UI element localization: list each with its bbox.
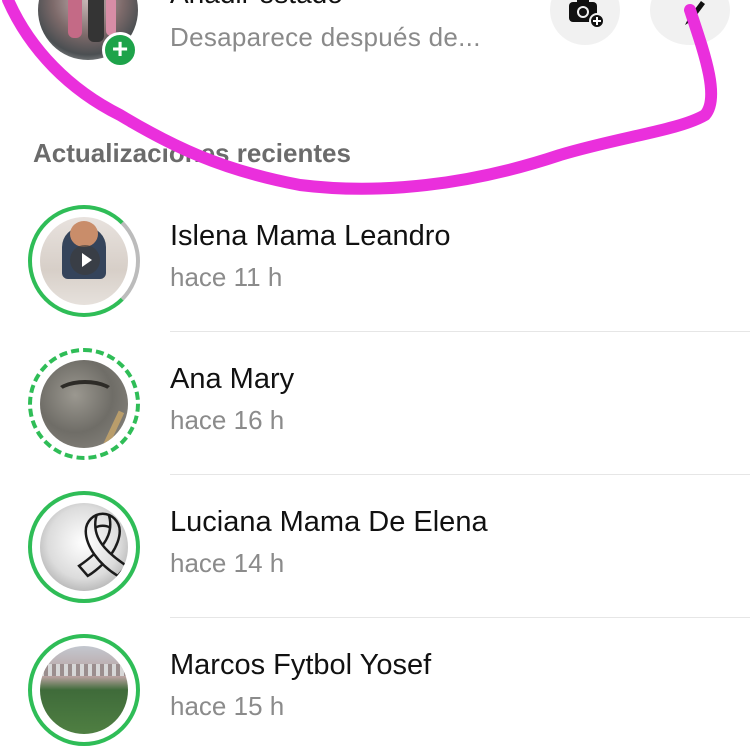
- status-ring: [28, 634, 140, 746]
- status-thumbnail: [40, 360, 128, 448]
- status-time: hace 16 h: [170, 405, 285, 435]
- add-status-plus-icon[interactable]: +: [102, 32, 138, 68]
- status-thumbnail: [40, 217, 128, 305]
- add-status-subtitle: Desaparece después de...: [170, 22, 481, 52]
- status-thumbnail: [40, 646, 128, 734]
- camera-button[interactable]: [550, 0, 620, 45]
- recent-updates-header: Actualizaciones recientes: [33, 138, 351, 168]
- contact-name: Islena Mama Leandro: [170, 220, 451, 252]
- status-time: hace 11 h: [170, 262, 283, 292]
- divider: [170, 331, 750, 332]
- status-item[interactable]: Islena Mama Leandro hace 11 h: [0, 190, 750, 333]
- status-time: hace 15 h: [170, 691, 285, 721]
- status-thumbnail: 🎗: [40, 503, 128, 591]
- contact-name: Ana Mary: [170, 363, 295, 395]
- status-ring: 🎗: [28, 491, 140, 603]
- my-status-row[interactable]: + Añadir estado Desaparece después de...: [0, 0, 750, 90]
- add-status-title: Añadir estado: [170, 0, 343, 10]
- status-item[interactable]: Ana Mary hace 16 h: [0, 333, 750, 476]
- status-ring: [28, 205, 140, 317]
- status-ring: [28, 348, 140, 460]
- pencil-button[interactable]: [650, 0, 730, 45]
- status-screen: + Añadir estado Desaparece después de...…: [0, 0, 750, 750]
- camera-plus-icon: [569, 0, 605, 27]
- status-item[interactable]: Marcos Fytbol Yosef hace 15 h: [0, 619, 750, 750]
- pencil-icon: [685, 1, 705, 25]
- divider: [170, 474, 750, 475]
- divider: [170, 617, 750, 618]
- status-time: hace 14 h: [170, 548, 285, 578]
- status-item[interactable]: 🎗 Luciana Mama De Elena hace 14 h: [0, 476, 750, 619]
- black-ribbon-icon: 🎗: [62, 509, 128, 581]
- contact-name: Luciana Mama De Elena: [170, 506, 488, 538]
- contact-name: Marcos Fytbol Yosef: [170, 649, 432, 681]
- play-icon: [70, 245, 100, 275]
